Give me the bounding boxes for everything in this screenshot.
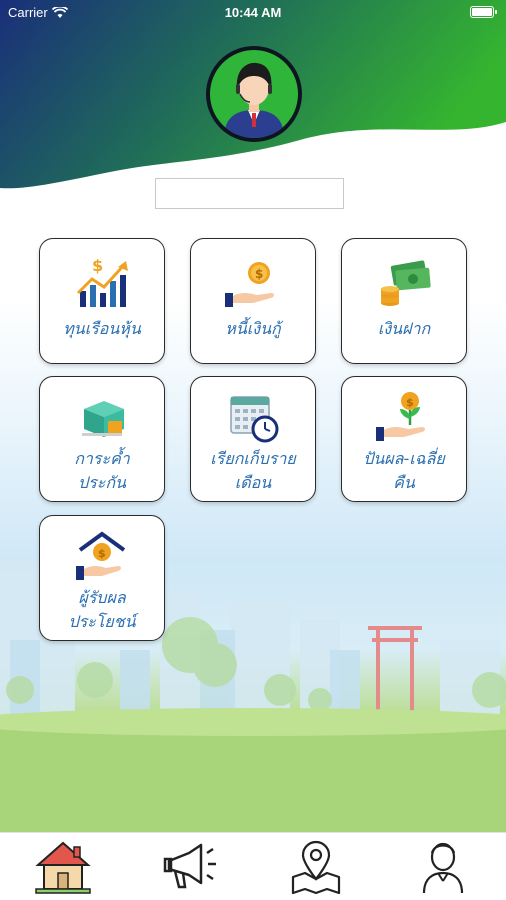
map-pin-icon	[292, 840, 341, 894]
calendar-clock-icon	[230, 396, 279, 443]
tab-announcements[interactable]	[155, 837, 225, 897]
beneficiary-house-icon: $	[76, 531, 126, 580]
menu-tile-beneficiary[interactable]: $ ผู้รับผล ประโยชน์	[39, 515, 165, 641]
tab-location[interactable]	[281, 837, 351, 897]
menu-tile-share-capital[interactable]: $ ทุนเรือนหุ้น	[39, 238, 165, 364]
menu-tile-label: หนี้เงินกู้	[225, 319, 281, 338]
menu-tile-label: ทุนเรือนหุ้น	[63, 319, 141, 338]
guarantee-box-icon	[82, 401, 124, 437]
menu-tile-label: ปันผล-เฉลี่ย คืน	[359, 447, 449, 495]
status-bar: Carrier 10:44 AM	[0, 0, 506, 26]
menu-tile-label: เงินฝาก	[377, 319, 431, 338]
dividend-plant-icon: $	[376, 392, 425, 441]
battery-icon	[470, 6, 497, 18]
profile-icon	[422, 842, 463, 893]
svg-text:$: $	[255, 267, 263, 281]
menu-tile-monthly-billing[interactable]: เรียกเก็บราย เดือน	[190, 376, 316, 502]
menu-tile-label-line2: เดือน	[234, 473, 272, 492]
menu-tile-label: ผู้รับผล ประโยชน์	[64, 586, 139, 634]
menu-tile-dividend[interactable]: $ ปันผล-เฉลี่ย คืน	[341, 376, 467, 502]
home-icon	[35, 841, 91, 894]
bottom-tab-bar	[0, 832, 506, 900]
status-time: 10:44 AM	[224, 5, 282, 20]
menu-tile-label-line1: ปันผล-เฉลี่ย	[363, 449, 445, 468]
stock-chart-icon: $	[76, 256, 128, 307]
member-name-field[interactable]	[155, 178, 344, 209]
menu-tile-label-line1: การะค้ำ	[74, 449, 130, 468]
menu-tile-label-line2: ประโยชน์	[68, 612, 136, 631]
svg-text:$: $	[92, 256, 103, 275]
user-avatar-icon[interactable]	[206, 46, 302, 142]
svg-text:$: $	[406, 396, 414, 409]
money-deposit-icon	[381, 260, 431, 306]
menu-tile-label: เรียกเก็บราย เดือน	[206, 447, 299, 495]
menu-tile-guarantee[interactable]: การะค้ำ ประกัน	[39, 376, 165, 502]
menu-tile-label-line2: ประกัน	[78, 473, 126, 492]
menu-tile-label-line1: ผู้รับผล	[78, 588, 126, 607]
menu-tile-label: การะค้ำ ประกัน	[70, 447, 134, 495]
tab-profile[interactable]	[408, 837, 478, 897]
menu-tile-deposit[interactable]: เงินฝาก	[341, 238, 467, 364]
menu-tile-label-line1: เรียกเก็บราย	[210, 449, 296, 468]
tab-home[interactable]	[28, 837, 98, 897]
menu-tile-label-line2: คืน	[393, 473, 415, 492]
megaphone-icon	[163, 843, 216, 888]
svg-text:$: $	[98, 547, 106, 560]
loan-hand-coin-icon: $	[225, 262, 274, 307]
menu-tile-loan[interactable]: $ หนี้เงินกู้	[190, 238, 316, 364]
